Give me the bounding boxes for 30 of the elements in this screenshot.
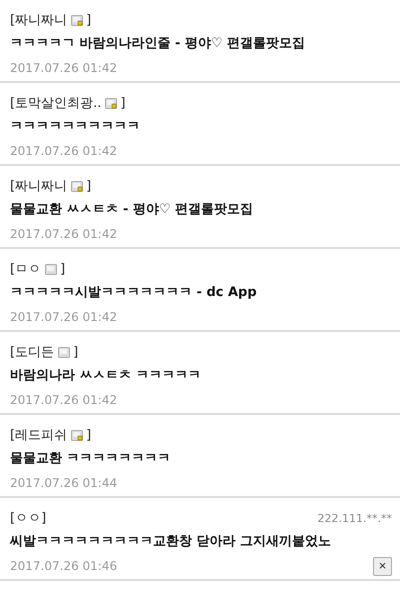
- ip-address: 222.111.**.**: [318, 512, 392, 524]
- nickname: [레드피쉬: [10, 427, 68, 444]
- comment-date: 2017.07.26 01:42: [10, 227, 118, 241]
- bracket: ]: [73, 344, 78, 360]
- comment-text: 바람의나라 ㅆㅅㅌㅊ ㅋㅋㅋㅋㅋ: [10, 367, 202, 384]
- comment-text: ㅋㅋㅋㅋㄱ 바람의나라인줄 - 평야♡ 편갤롤팟모집: [10, 35, 306, 52]
- comment-date: 2017.07.26 01:42: [10, 393, 118, 407]
- nickname: [짜니짜니: [10, 178, 68, 195]
- comment-date: 2017.07.26 01:46: [10, 559, 118, 573]
- bracket: ]: [120, 96, 126, 110]
- delete-button[interactable]: ×: [373, 556, 392, 576]
- comment-text: 씨발ㅋㅋㅋㅋㅋㅋㅋㅋㅋ교환창 닫아라 그지새끼붙었노: [10, 533, 332, 550]
- bracket: ]: [60, 262, 66, 276]
- bracket: ]: [86, 428, 92, 442]
- nickname: [ㅇㅇ: [10, 510, 42, 527]
- bracket: ]: [86, 178, 92, 194]
- comment-text: 물물교환 ㅆㅅㅌㅊ - 평야♡ 편갤롤팟모집: [10, 201, 254, 218]
- comment-text: 물물교환 ㅋㅋㅋㅋㅋㅋㅋㅋ: [10, 450, 172, 467]
- nickname: [짜니짜니: [10, 12, 68, 29]
- comment-text: ㅋㅋㅋㅋㅋㅋㅋㅋㅋㅋ: [10, 118, 141, 135]
- comment-date: 2017.07.26 01:42: [10, 144, 118, 158]
- comment-date: 2017.07.26 01:42: [10, 61, 118, 75]
- nickname: [토막살인최광..: [10, 95, 102, 112]
- nickname: [도디든: [10, 344, 54, 361]
- bracket: ]: [41, 510, 46, 526]
- comment-date: 2017.07.26 01:42: [10, 310, 118, 324]
- comment-text: ㅋㅋㅋㅋㅋ시발ㅋㅋㅋㅋㅋㅋㅋ - dc App: [10, 284, 258, 301]
- bracket: ]: [86, 12, 92, 28]
- nickname: [ㅁㅇ: [10, 261, 42, 278]
- comment-date: 2017.07.26 01:44: [10, 476, 118, 490]
